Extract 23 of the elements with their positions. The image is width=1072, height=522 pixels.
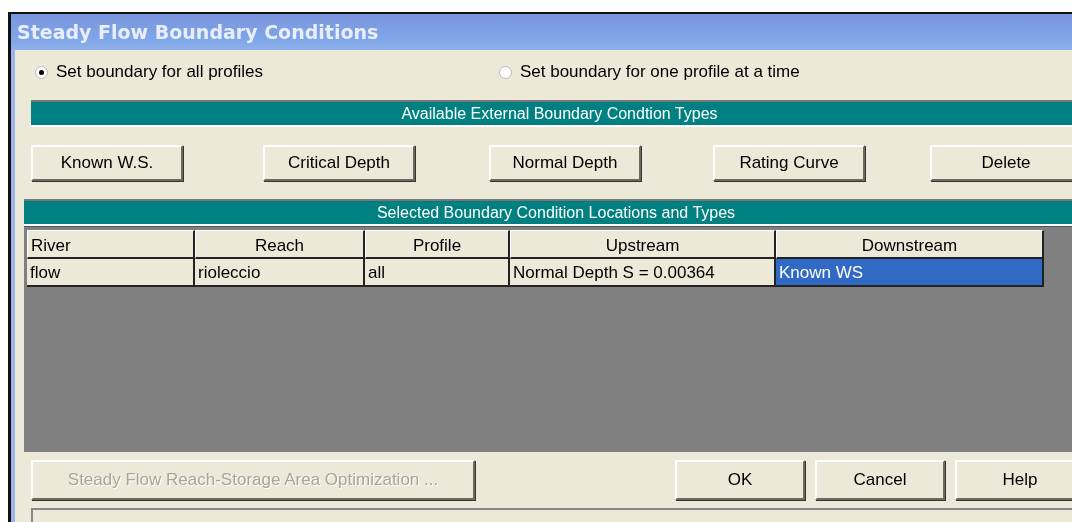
column-header[interactable]: River: [27, 230, 195, 259]
condition-type-button[interactable]: Critical Depth: [263, 145, 415, 181]
column-header[interactable]: Reach: [195, 230, 365, 259]
table-cell[interactable]: Normal Depth S = 0.00364: [510, 259, 776, 287]
section-header: Available External Boundary Condtion Types: [31, 100, 1072, 127]
table-cell[interactable]: all: [365, 259, 510, 287]
condition-type-button[interactable]: Delete: [930, 145, 1072, 181]
column-header[interactable]: Profile: [365, 230, 510, 259]
table-cell[interactable]: flow: [27, 259, 195, 287]
table-cell[interactable]: Known WS: [776, 259, 1044, 287]
condition-type-button[interactable]: Normal Depth: [489, 145, 641, 181]
column-header[interactable]: Upstream: [510, 230, 776, 259]
dialog-button[interactable]: Cancel: [815, 460, 945, 500]
radio-button[interactable]: [35, 65, 48, 79]
dialog-button[interactable]: Help: [955, 460, 1072, 500]
condition-type-button[interactable]: Known W.S.: [31, 145, 183, 181]
window-title: Steady Flow Boundary Conditions: [17, 21, 379, 43]
column-header[interactable]: Downstream: [776, 230, 1044, 259]
section-header: Selected Boundary Condition Locations and Types: [24, 199, 1072, 226]
table-cell[interactable]: rioleccio: [195, 259, 365, 287]
condition-type-button[interactable]: Rating Curve: [713, 145, 865, 181]
radio-button[interactable]: [498, 65, 512, 79]
dialog-button[interactable]: OK: [675, 460, 805, 500]
